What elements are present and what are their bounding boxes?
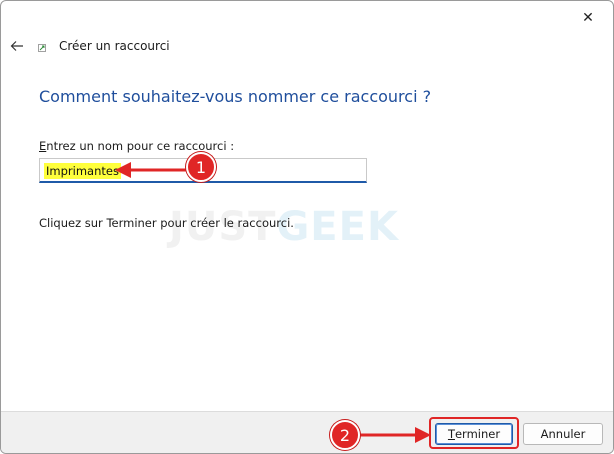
terminer-label: erminer (454, 427, 501, 441)
annotation-arrow-1 (115, 162, 189, 178)
name-field-label: Entrez un nom pour ce raccourci : (39, 139, 234, 153)
instruction-text: Cliquez sur Terminer pour créer le racco… (39, 216, 294, 230)
watermark-part-2: GEEK (276, 204, 399, 250)
annotation-arrow-2 (359, 427, 431, 443)
close-icon: ✕ (582, 10, 594, 26)
page-heading: Comment souhaitez-vous nommer ce raccour… (39, 87, 432, 106)
annuler-button[interactable]: Annuler (523, 423, 603, 445)
shortcut-icon (38, 44, 46, 52)
label-text: ntrez un nom pour ce raccourci : (46, 139, 235, 153)
shortcut-name-value: Imprimantes (44, 163, 121, 179)
annotation-badge-2: 2 (330, 420, 360, 450)
back-button[interactable] (9, 38, 25, 54)
annotation-badge-1: 1 (186, 152, 216, 182)
terminer-accelerator: T (447, 427, 455, 441)
window-title: Créer un raccourci (59, 39, 170, 53)
terminer-button[interactable]: Terminer (435, 423, 513, 445)
back-arrow-icon (10, 41, 23, 51)
close-button[interactable]: ✕ (573, 7, 603, 29)
create-shortcut-dialog: ✕ Créer un raccourci Comment souhaitez-v… (0, 0, 614, 454)
